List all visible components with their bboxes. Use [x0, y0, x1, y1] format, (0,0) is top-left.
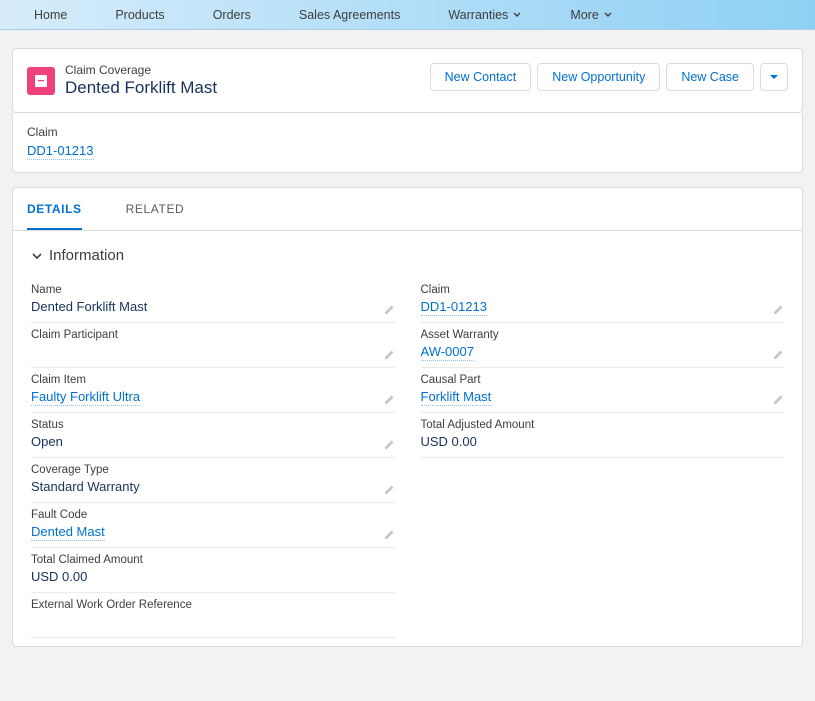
edit-icon[interactable] [772, 304, 784, 316]
field-value [31, 614, 395, 630]
edit-icon[interactable] [383, 394, 395, 406]
header-actions: New Contact New Opportunity New Case [430, 63, 788, 91]
field-value: DD1-01213 [421, 299, 785, 315]
field-label: Claim Participant [31, 329, 395, 341]
field-label: Asset Warranty [421, 329, 785, 341]
new-contact-button[interactable]: New Contact [430, 63, 532, 91]
nav-item-sales-agreements[interactable]: Sales Agreements [275, 0, 424, 29]
field-label: Causal Part [421, 374, 785, 386]
field-link[interactable]: Faulty Forklift Ultra [31, 389, 140, 406]
chevron-down-icon [31, 250, 43, 262]
field-claim-item: Claim Item Faulty Forklift Ultra [31, 368, 395, 413]
highlight-panel: Claim DD1-01213 [12, 113, 803, 173]
new-opportunity-button[interactable]: New Opportunity [537, 63, 660, 91]
field-claim: Claim DD1-01213 [421, 278, 785, 323]
actions-overflow-button[interactable] [760, 63, 788, 91]
tab-related[interactable]: RELATED [126, 188, 185, 230]
edit-icon[interactable] [772, 349, 784, 361]
field-total-claimed-amount: Total Claimed Amount USD 0.00 [31, 548, 395, 593]
nav-item-warranties[interactable]: Warranties [424, 0, 546, 29]
field-name: Name Dented Forklift Mast [31, 278, 395, 323]
nav-item-products[interactable]: Products [91, 0, 188, 29]
field-label: Total Adjusted Amount [421, 419, 785, 431]
entity-label: Claim Coverage [65, 63, 217, 77]
field-fault-code: Fault Code Dented Mast [31, 503, 395, 548]
tabs: DETAILS RELATED [13, 188, 802, 231]
edit-icon[interactable] [383, 484, 395, 496]
field-value: Dented Mast [31, 524, 395, 540]
nav-item-label: Products [115, 8, 164, 22]
field-label: External Work Order Reference [31, 599, 395, 611]
record-header: Claim Coverage Dented Forklift Mast New … [12, 48, 803, 113]
field-value [31, 344, 395, 360]
edit-icon[interactable] [383, 304, 395, 316]
claim-field-label: Claim [27, 125, 788, 139]
field-label: Fault Code [31, 509, 395, 521]
field-value: USD 0.00 [31, 569, 395, 585]
field-causal-part: Causal Part Forklift Mast [421, 368, 785, 413]
field-label: Status [31, 419, 395, 431]
fields-left-column: Name Dented Forklift Mast Claim Participan… [31, 278, 395, 638]
field-asset-warranty: Asset Warranty AW-0007 [421, 323, 785, 368]
section-title: Information [49, 247, 124, 264]
page-title: Dented Forklift Mast [65, 78, 217, 98]
field-link[interactable]: Forklift Mast [421, 389, 492, 406]
chevron-down-icon [512, 10, 522, 20]
field-value: Open [31, 434, 395, 450]
fields-right-column: Claim DD1-01213 Asset Warranty AW-0007 Causa… [421, 278, 785, 638]
field-label: Name [31, 284, 395, 296]
new-case-button[interactable]: New Case [666, 63, 754, 91]
claim-link[interactable]: DD1-01213 [27, 143, 94, 160]
nav-item-label: Warranties [448, 8, 508, 22]
edit-icon[interactable] [383, 439, 395, 451]
section-header-information[interactable]: Information [31, 247, 784, 264]
edit-icon[interactable] [383, 529, 395, 541]
edit-icon[interactable] [772, 394, 784, 406]
field-status: Status Open [31, 413, 395, 458]
field-value: Standard Warranty [31, 479, 395, 495]
nav-item-orders[interactable]: Orders [189, 0, 275, 29]
nav-item-more[interactable]: More [546, 0, 636, 29]
field-external-work-order-reference: External Work Order Reference [31, 593, 395, 638]
nav-item-label: Orders [213, 8, 251, 22]
record-icon [27, 67, 55, 95]
nav-item-home[interactable]: Home [10, 0, 91, 29]
nav-item-label: Home [34, 8, 67, 22]
field-label: Claim Item [31, 374, 395, 386]
field-coverage-type: Coverage Type Standard Warranty [31, 458, 395, 503]
chevron-down-icon [603, 10, 613, 20]
field-value: AW-0007 [421, 344, 785, 360]
edit-icon[interactable] [383, 349, 395, 361]
field-link[interactable]: Dented Mast [31, 524, 105, 541]
field-value: Dented Forklift Mast [31, 299, 395, 315]
nav-item-label: Sales Agreements [299, 8, 400, 22]
field-link[interactable]: DD1-01213 [421, 299, 488, 316]
field-value: Faulty Forklift Ultra [31, 389, 395, 405]
field-total-adjusted-amount: Total Adjusted Amount USD 0.00 [421, 413, 785, 458]
detail-panel: DETAILS RELATED Information Name Dented F… [12, 187, 803, 647]
caret-down-icon [769, 72, 779, 82]
field-label: Claim [421, 284, 785, 296]
field-link[interactable]: AW-0007 [421, 344, 474, 361]
tab-details[interactable]: DETAILS [27, 188, 82, 230]
field-value: Forklift Mast [421, 389, 785, 405]
nav-item-label: More [570, 8, 598, 22]
field-claim-participant: Claim Participant [31, 323, 395, 368]
field-label: Total Claimed Amount [31, 554, 395, 566]
field-value: USD 0.00 [421, 434, 785, 450]
top-nav: Home Products Orders Sales Agreements Warran… [0, 0, 815, 30]
field-label: Coverage Type [31, 464, 395, 476]
